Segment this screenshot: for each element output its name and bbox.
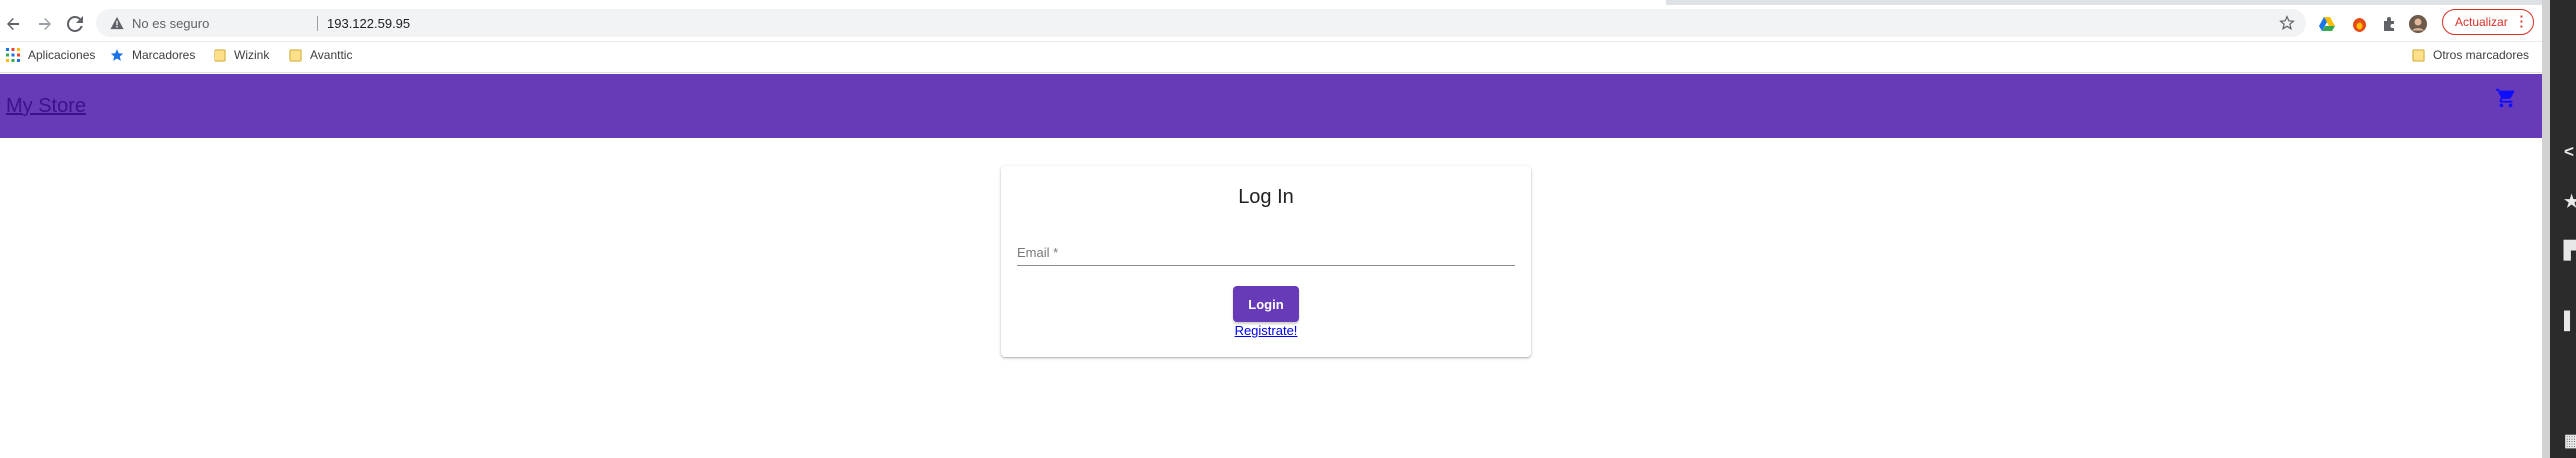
bookmark-label: Aplicaciones	[28, 48, 96, 62]
side-star-icon[interactable]: ★	[2564, 193, 2576, 211]
login-title: Log In	[1238, 186, 1294, 208]
bookmark-apps[interactable]: Aplicaciones	[6, 48, 95, 62]
security-label[interactable]: No es seguro	[132, 16, 209, 31]
side-panel: < ★ ▛ ▌ ▦	[2542, 0, 2576, 458]
register-link[interactable]: Registrate!	[1001, 323, 1531, 338]
bookmarks-bar: Aplicaciones Marcadores Wizink Avanttic …	[0, 42, 2542, 73]
bookmark-label: Marcadores	[132, 48, 196, 62]
side-back-icon[interactable]: <	[2564, 143, 2576, 161]
side-panel-scrollbar[interactable]	[2542, 0, 2550, 458]
side-panel-icon[interactable]: ▛	[2564, 242, 2576, 260]
folder-icon	[2412, 48, 2425, 62]
bookmark-other[interactable]: Otros marcadores	[2412, 48, 2529, 62]
bookmark-star-icon[interactable]	[2278, 14, 2296, 32]
login-button[interactable]: Login	[1233, 286, 1299, 322]
update-button[interactable]: Actualizar · · ·	[2442, 9, 2534, 35]
bookmark-wizink[interactable]: Wizink	[214, 48, 269, 62]
url-text[interactable]: 193.122.59.95	[327, 16, 410, 31]
fire-extension-icon[interactable]	[2351, 15, 2368, 33]
star-icon	[110, 49, 124, 61]
profile-avatar-icon[interactable]	[2409, 15, 2427, 33]
omnibox-divider	[317, 16, 318, 31]
bookmark-label: Otros marcadores	[2433, 48, 2530, 62]
bookmark-avanttic[interactable]: Avanttic	[289, 48, 352, 62]
side-grid-icon[interactable]: ▦	[2564, 432, 2576, 450]
side-doc-icon[interactable]: ▌	[2564, 312, 2576, 330]
warning-icon[interactable]	[110, 16, 124, 30]
store-brand-link[interactable]: My Store	[6, 95, 86, 118]
email-field[interactable]	[1017, 243, 1515, 262]
login-card: Log In Login Registrate!	[1001, 166, 1531, 357]
forward-arrow-icon[interactable]	[34, 13, 56, 35]
back-arrow-icon[interactable]	[2, 13, 24, 35]
folder-icon	[289, 48, 302, 62]
update-button-label: Actualizar	[2455, 15, 2508, 29]
bookmark-marcadores[interactable]: Marcadores	[110, 48, 195, 62]
app-bar: My Store	[0, 74, 2542, 138]
apps-grid-icon	[6, 48, 20, 62]
browser-toolbar: No es seguro 193.122.59.95 Actualizar · ·…	[0, 5, 2542, 42]
menu-kebab-icon[interactable]: · · ·	[2520, 10, 2524, 33]
bookmark-label: Avanttic	[310, 48, 353, 62]
email-field-wrapper	[1017, 243, 1515, 266]
cart-icon[interactable]	[2495, 87, 2517, 109]
drive-extension-icon[interactable]	[2318, 15, 2336, 33]
bookmark-label: Wizink	[234, 48, 270, 62]
folder-icon	[214, 48, 226, 62]
address-bar[interactable]: No es seguro 193.122.59.95	[96, 9, 2306, 37]
puzzle-icon[interactable]	[2381, 15, 2399, 33]
reload-icon[interactable]	[64, 13, 86, 35]
